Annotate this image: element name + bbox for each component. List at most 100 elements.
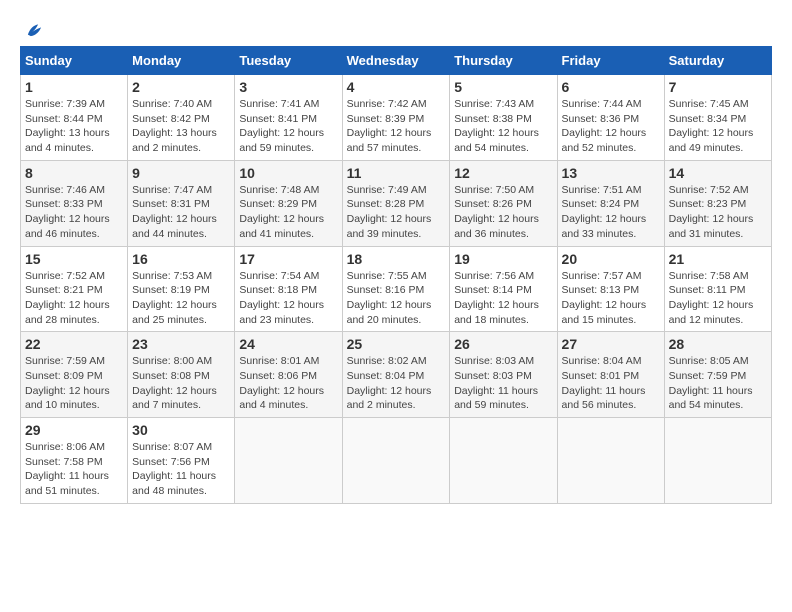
day-number: 26 <box>454 336 552 352</box>
calendar-cell: 9 Sunrise: 7:47 AMSunset: 8:31 PMDayligh… <box>128 160 235 246</box>
day-detail: Sunrise: 7:55 AMSunset: 8:16 PMDaylight:… <box>347 269 446 328</box>
day-detail: Sunrise: 8:07 AMSunset: 7:56 PMDaylight:… <box>132 440 230 499</box>
calendar-cell: 27 Sunrise: 8:04 AMSunset: 8:01 PMDaylig… <box>557 332 664 418</box>
day-detail: Sunrise: 7:44 AMSunset: 8:36 PMDaylight:… <box>562 97 660 156</box>
header-monday: Monday <box>128 47 235 75</box>
calendar-cell <box>235 418 342 504</box>
calendar-cell <box>557 418 664 504</box>
calendar-cell: 12 Sunrise: 7:50 AMSunset: 8:26 PMDaylig… <box>450 160 557 246</box>
calendar-cell: 5 Sunrise: 7:43 AMSunset: 8:38 PMDayligh… <box>450 75 557 161</box>
day-detail: Sunrise: 7:51 AMSunset: 8:24 PMDaylight:… <box>562 183 660 242</box>
day-detail: Sunrise: 8:03 AMSunset: 8:03 PMDaylight:… <box>454 354 552 413</box>
day-detail: Sunrise: 8:00 AMSunset: 8:08 PMDaylight:… <box>132 354 230 413</box>
day-number: 6 <box>562 79 660 95</box>
calendar-cell: 26 Sunrise: 8:03 AMSunset: 8:03 PMDaylig… <box>450 332 557 418</box>
calendar-week-row: 1 Sunrise: 7:39 AMSunset: 8:44 PMDayligh… <box>21 75 772 161</box>
day-detail: Sunrise: 7:58 AMSunset: 8:11 PMDaylight:… <box>669 269 767 328</box>
day-detail: Sunrise: 8:02 AMSunset: 8:04 PMDaylight:… <box>347 354 446 413</box>
header-saturday: Saturday <box>664 47 771 75</box>
day-detail: Sunrise: 7:40 AMSunset: 8:42 PMDaylight:… <box>132 97 230 156</box>
calendar-cell: 17 Sunrise: 7:54 AMSunset: 8:18 PMDaylig… <box>235 246 342 332</box>
day-number: 13 <box>562 165 660 181</box>
day-number: 14 <box>669 165 767 181</box>
calendar-cell <box>450 418 557 504</box>
day-detail: Sunrise: 7:47 AMSunset: 8:31 PMDaylight:… <box>132 183 230 242</box>
day-number: 12 <box>454 165 552 181</box>
day-number: 17 <box>239 251 337 267</box>
day-number: 11 <box>347 165 446 181</box>
day-number: 24 <box>239 336 337 352</box>
header-tuesday: Tuesday <box>235 47 342 75</box>
header-wednesday: Wednesday <box>342 47 450 75</box>
day-detail: Sunrise: 7:41 AMSunset: 8:41 PMDaylight:… <box>239 97 337 156</box>
day-number: 22 <box>25 336 123 352</box>
day-number: 2 <box>132 79 230 95</box>
day-detail: Sunrise: 7:43 AMSunset: 8:38 PMDaylight:… <box>454 97 552 156</box>
day-number: 8 <box>25 165 123 181</box>
day-detail: Sunrise: 7:49 AMSunset: 8:28 PMDaylight:… <box>347 183 446 242</box>
day-number: 5 <box>454 79 552 95</box>
calendar-week-row: 15 Sunrise: 7:52 AMSunset: 8:21 PMDaylig… <box>21 246 772 332</box>
day-number: 10 <box>239 165 337 181</box>
calendar-cell: 24 Sunrise: 8:01 AMSunset: 8:06 PMDaylig… <box>235 332 342 418</box>
calendar-header-row: SundayMondayTuesdayWednesdayThursdayFrid… <box>21 47 772 75</box>
calendar-cell: 29 Sunrise: 8:06 AMSunset: 7:58 PMDaylig… <box>21 418 128 504</box>
calendar-cell: 19 Sunrise: 7:56 AMSunset: 8:14 PMDaylig… <box>450 246 557 332</box>
calendar-cell: 22 Sunrise: 7:59 AMSunset: 8:09 PMDaylig… <box>21 332 128 418</box>
calendar-cell: 7 Sunrise: 7:45 AMSunset: 8:34 PMDayligh… <box>664 75 771 161</box>
day-detail: Sunrise: 7:56 AMSunset: 8:14 PMDaylight:… <box>454 269 552 328</box>
day-detail: Sunrise: 7:53 AMSunset: 8:19 PMDaylight:… <box>132 269 230 328</box>
day-number: 16 <box>132 251 230 267</box>
calendar-cell: 6 Sunrise: 7:44 AMSunset: 8:36 PMDayligh… <box>557 75 664 161</box>
day-detail: Sunrise: 8:01 AMSunset: 8:06 PMDaylight:… <box>239 354 337 413</box>
day-detail: Sunrise: 8:04 AMSunset: 8:01 PMDaylight:… <box>562 354 660 413</box>
day-detail: Sunrise: 7:57 AMSunset: 8:13 PMDaylight:… <box>562 269 660 328</box>
page-header <box>20 20 772 38</box>
calendar-table: SundayMondayTuesdayWednesdayThursdayFrid… <box>20 46 772 504</box>
header-thursday: Thursday <box>450 47 557 75</box>
day-number: 28 <box>669 336 767 352</box>
day-detail: Sunrise: 7:54 AMSunset: 8:18 PMDaylight:… <box>239 269 337 328</box>
calendar-cell: 4 Sunrise: 7:42 AMSunset: 8:39 PMDayligh… <box>342 75 450 161</box>
calendar-week-row: 29 Sunrise: 8:06 AMSunset: 7:58 PMDaylig… <box>21 418 772 504</box>
day-number: 30 <box>132 422 230 438</box>
calendar-cell <box>342 418 450 504</box>
day-number: 20 <box>562 251 660 267</box>
day-number: 1 <box>25 79 123 95</box>
calendar-cell: 11 Sunrise: 7:49 AMSunset: 8:28 PMDaylig… <box>342 160 450 246</box>
day-number: 29 <box>25 422 123 438</box>
calendar-cell: 2 Sunrise: 7:40 AMSunset: 8:42 PMDayligh… <box>128 75 235 161</box>
calendar-cell: 21 Sunrise: 7:58 AMSunset: 8:11 PMDaylig… <box>664 246 771 332</box>
day-detail: Sunrise: 7:59 AMSunset: 8:09 PMDaylight:… <box>25 354 123 413</box>
logo-bird-icon <box>22 20 44 42</box>
logo <box>20 20 44 38</box>
day-number: 3 <box>239 79 337 95</box>
day-number: 15 <box>25 251 123 267</box>
calendar-cell: 3 Sunrise: 7:41 AMSunset: 8:41 PMDayligh… <box>235 75 342 161</box>
calendar-cell: 30 Sunrise: 8:07 AMSunset: 7:56 PMDaylig… <box>128 418 235 504</box>
calendar-week-row: 22 Sunrise: 7:59 AMSunset: 8:09 PMDaylig… <box>21 332 772 418</box>
day-number: 9 <box>132 165 230 181</box>
calendar-cell: 10 Sunrise: 7:48 AMSunset: 8:29 PMDaylig… <box>235 160 342 246</box>
header-friday: Friday <box>557 47 664 75</box>
calendar-cell: 25 Sunrise: 8:02 AMSunset: 8:04 PMDaylig… <box>342 332 450 418</box>
day-number: 25 <box>347 336 446 352</box>
calendar-cell: 18 Sunrise: 7:55 AMSunset: 8:16 PMDaylig… <box>342 246 450 332</box>
day-detail: Sunrise: 7:42 AMSunset: 8:39 PMDaylight:… <box>347 97 446 156</box>
calendar-week-row: 8 Sunrise: 7:46 AMSunset: 8:33 PMDayligh… <box>21 160 772 246</box>
calendar-cell: 16 Sunrise: 7:53 AMSunset: 8:19 PMDaylig… <box>128 246 235 332</box>
calendar-cell: 8 Sunrise: 7:46 AMSunset: 8:33 PMDayligh… <box>21 160 128 246</box>
day-detail: Sunrise: 7:50 AMSunset: 8:26 PMDaylight:… <box>454 183 552 242</box>
day-detail: Sunrise: 7:52 AMSunset: 8:21 PMDaylight:… <box>25 269 123 328</box>
day-detail: Sunrise: 7:45 AMSunset: 8:34 PMDaylight:… <box>669 97 767 156</box>
day-number: 23 <box>132 336 230 352</box>
calendar-cell <box>664 418 771 504</box>
day-number: 19 <box>454 251 552 267</box>
day-number: 4 <box>347 79 446 95</box>
day-number: 18 <box>347 251 446 267</box>
calendar-cell: 1 Sunrise: 7:39 AMSunset: 8:44 PMDayligh… <box>21 75 128 161</box>
day-number: 27 <box>562 336 660 352</box>
day-detail: Sunrise: 7:52 AMSunset: 8:23 PMDaylight:… <box>669 183 767 242</box>
calendar-cell: 13 Sunrise: 7:51 AMSunset: 8:24 PMDaylig… <box>557 160 664 246</box>
header-sunday: Sunday <box>21 47 128 75</box>
